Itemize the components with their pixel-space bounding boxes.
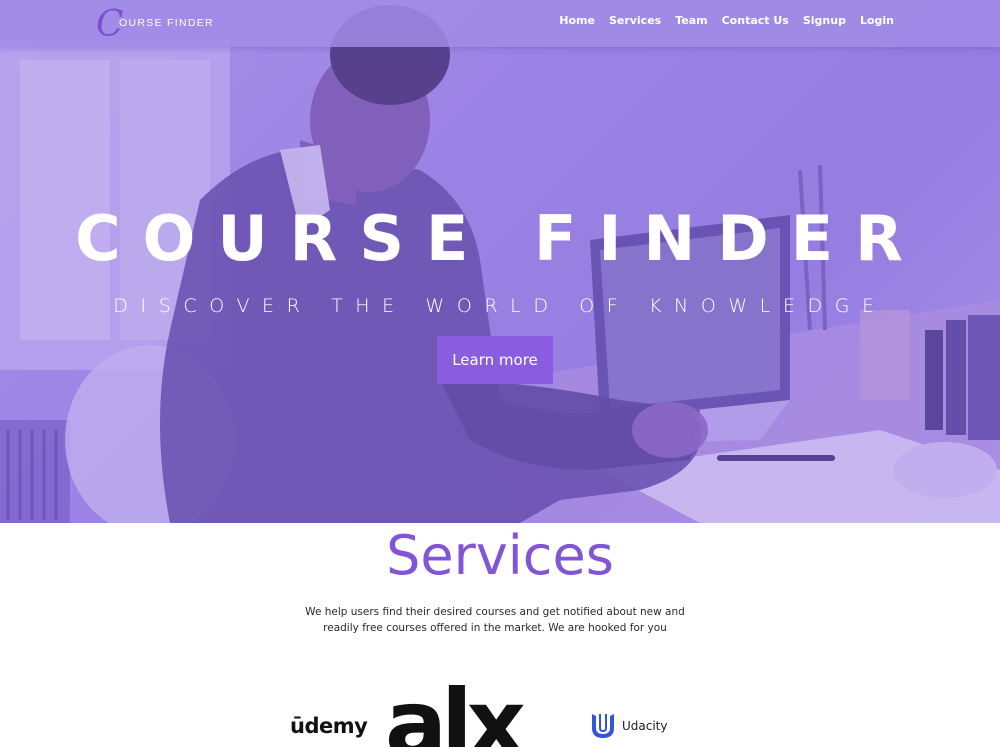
course-finder-logo[interactable]: C OURSE FINDER bbox=[96, 6, 214, 43]
alx-logo: alx bbox=[385, 670, 526, 747]
logo-text: OURSE FINDER bbox=[119, 17, 214, 29]
nav-link-services[interactable]: Services bbox=[609, 14, 661, 27]
nav-link-home[interactable]: Home bbox=[559, 14, 595, 27]
navbar: C OURSE FINDER Home Services Team Contac… bbox=[0, 0, 1000, 47]
hero-section: COURSE FINDER DISCOVER THE WORLD OF KNOW… bbox=[0, 0, 1000, 523]
services-description: We help users find their desired courses… bbox=[305, 606, 685, 634]
hero-subtitle: DISCOVER THE WORLD OF KNOWLEDGE bbox=[113, 295, 887, 317]
learn-more-button[interactable]: Learn more bbox=[437, 336, 553, 384]
services-title: Services bbox=[386, 524, 614, 587]
nav-link-team[interactable]: Team bbox=[675, 14, 707, 27]
udacity-u-icon bbox=[592, 714, 614, 738]
udemy-logo: ūdemy bbox=[290, 714, 368, 738]
udacity-logo: Udacity bbox=[590, 712, 668, 740]
nav-link-contact-us[interactable]: Contact Us bbox=[722, 14, 789, 27]
hero-title: COURSE FINDER bbox=[75, 202, 925, 275]
nav-link-signup[interactable]: Signup bbox=[803, 14, 846, 27]
udacity-label: Udacity bbox=[622, 719, 668, 733]
nav-menu: Home Services Team Contact Us Signup Log… bbox=[559, 14, 894, 27]
nav-link-login[interactable]: Login bbox=[860, 14, 894, 27]
